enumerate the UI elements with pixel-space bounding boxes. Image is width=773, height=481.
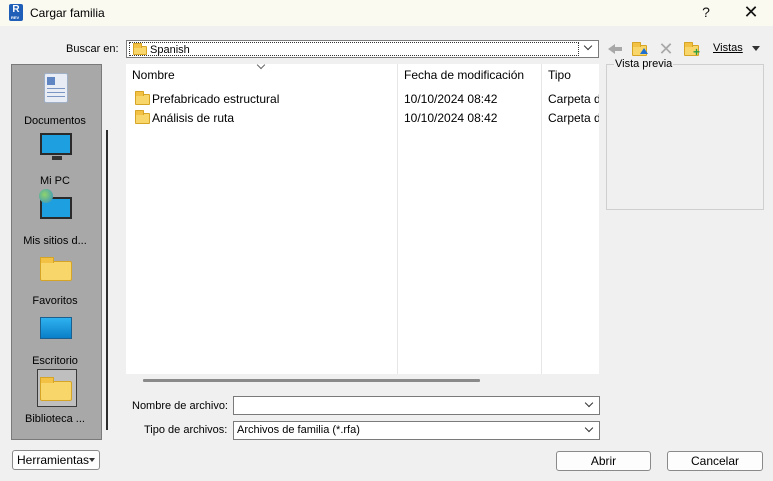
folder-icon (135, 91, 150, 105)
filetype-value: Archivos de familia (*.rfa) (237, 424, 360, 436)
app-icon-letter: R (12, 4, 20, 15)
column-name-label: Nombre (132, 68, 175, 82)
place-desktop[interactable]: Escritorio (12, 309, 103, 369)
cancel-button[interactable]: Cancelar (667, 451, 763, 471)
preview-pane (606, 64, 764, 210)
place-favorites[interactable]: Favoritos (12, 249, 103, 309)
item-date: 10/10/2024 08:42 (404, 92, 498, 106)
tools-button[interactable]: Herramientas (12, 450, 100, 470)
plus-icon: + (693, 45, 701, 59)
item-name: Prefabricado estructural (152, 92, 280, 106)
place-library[interactable]: Biblioteca ... (12, 367, 103, 427)
help-button[interactable]: ? (686, 0, 726, 26)
views-dropdown-arrow-icon[interactable] (752, 46, 760, 51)
tools-label: Herramientas (17, 453, 90, 467)
place-label: Escritorio (32, 355, 78, 367)
place-label: Documentos (24, 115, 86, 127)
app-icon-sub: REV (11, 15, 20, 20)
place-label: Mis sitios d... (23, 235, 87, 247)
back-arrow-shaft (614, 47, 622, 51)
sort-indicator-icon (256, 64, 266, 70)
column-header-date[interactable]: Fecha de modificación (404, 68, 524, 82)
desktop-icon (40, 317, 72, 339)
column-header-name[interactable]: Nombre (132, 68, 175, 82)
cancel-label: Cancelar (690, 454, 740, 468)
open-label: Abrir (590, 454, 617, 468)
folder-icon (135, 110, 150, 124)
dropdown-arrow-icon (89, 458, 95, 462)
filename-label: Nombre de archivo: (132, 400, 228, 412)
place-documents[interactable]: Documentos (12, 69, 103, 129)
places-bar: Documentos Mi PC Mis sitios d... Favorit… (11, 64, 102, 440)
lookin-value: Spanish (150, 44, 190, 56)
globe-icon (39, 189, 53, 203)
monitor-stand (52, 156, 62, 160)
back-button[interactable] (605, 40, 625, 58)
window-title: Cargar familia (30, 6, 105, 20)
places-scrollbar[interactable] (106, 130, 108, 430)
filetype-label: Tipo de archivos: (144, 424, 228, 436)
computer-icon (40, 133, 72, 155)
up-folder-button[interactable] (630, 40, 650, 58)
title-bar: R REV Cargar familia ? ✕ (0, 0, 773, 26)
preview-label: Vista previa (614, 58, 674, 70)
file-list[interactable]: Nombre Fecha de modificación Tipo Prefab… (126, 64, 599, 374)
list-item[interactable]: Análisis de ruta 10/10/2024 08:42 Carpet… (126, 108, 599, 127)
revit-app-icon: R REV (9, 4, 23, 21)
delete-button[interactable]: ✕ (656, 40, 676, 58)
chevron-down-icon[interactable] (581, 423, 597, 438)
folder-icon (40, 257, 72, 281)
close-button[interactable]: ✕ (731, 0, 771, 26)
item-date: 10/10/2024 08:42 (404, 111, 498, 125)
up-arrow-icon (640, 48, 648, 54)
item-name: Análisis de ruta (152, 111, 235, 125)
documents-icon (44, 73, 68, 103)
place-label: Favoritos (32, 295, 78, 307)
new-folder-button[interactable]: + (682, 40, 702, 58)
delete-icon: ✕ (658, 39, 674, 59)
chevron-down-icon[interactable] (580, 41, 596, 56)
folder-icon (40, 377, 72, 401)
item-type: Carpeta de archivos (548, 111, 599, 125)
lookin-dropdown[interactable]: Spanish (126, 40, 599, 58)
chevron-down-icon[interactable] (581, 398, 597, 413)
filetype-dropdown[interactable]: Archivos de familia (*.rfa) (233, 421, 600, 440)
lookin-focus-rect: Spanish (129, 42, 579, 56)
column-header-type[interactable]: Tipo (548, 68, 571, 82)
file-list-horizontal-scrollbar[interactable] (143, 379, 480, 382)
list-item[interactable]: Prefabricado estructural 10/10/2024 08:4… (126, 89, 599, 108)
filename-combobox[interactable] (233, 396, 600, 415)
place-label: Biblioteca ... (25, 413, 85, 425)
place-my-pc[interactable]: Mi PC (12, 129, 103, 189)
item-type: Carpeta de archivos (548, 92, 599, 106)
lookin-label: Buscar en: (66, 43, 119, 55)
views-button[interactable]: Vistas (713, 42, 743, 54)
folder-icon (133, 43, 147, 55)
views-label: Vistas (713, 42, 743, 54)
open-button[interactable]: Abrir (556, 451, 651, 471)
place-label: Mi PC (40, 175, 70, 187)
place-network[interactable]: Mis sitios d... (12, 189, 103, 249)
